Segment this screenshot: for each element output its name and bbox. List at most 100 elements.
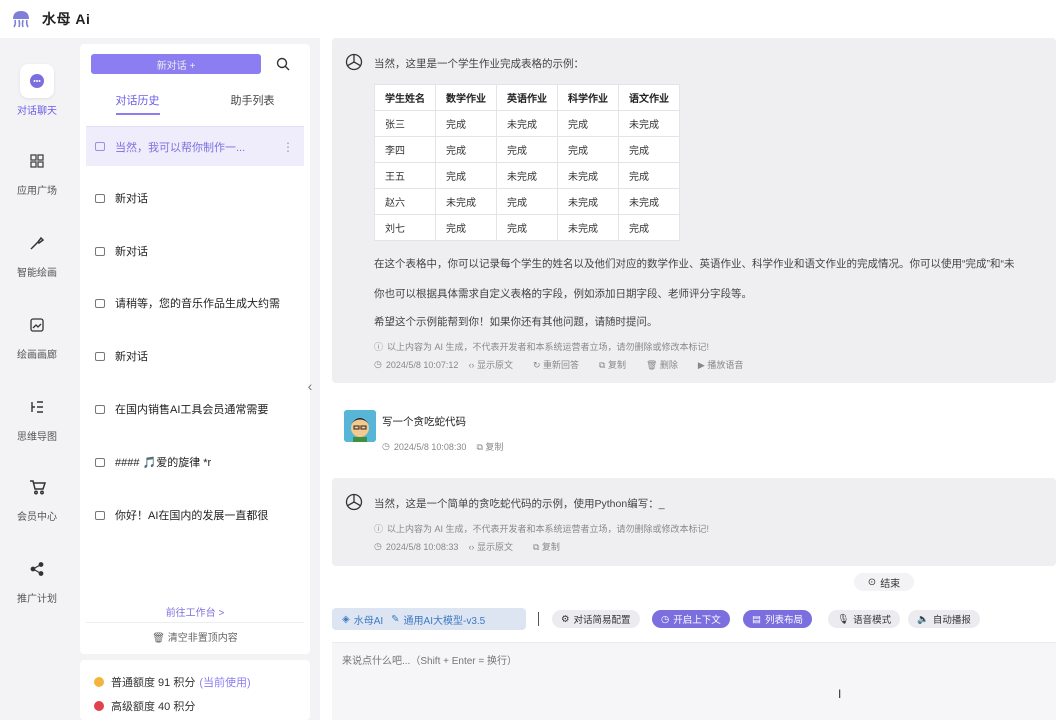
message-time: 2024/5/8 10:07:12 [385,359,459,370]
nav-item-chat[interactable]: 对话聊天 [0,64,74,117]
nav-label: 绘画画廊 [17,350,57,361]
share-icon [20,552,54,586]
table-cell: 完成 [618,136,680,163]
table-header-cell: 学生姓名 [374,84,436,111]
gallery-icon [20,308,54,342]
message-input[interactable] [342,653,942,669]
msg-intro: 当然，这里是一个学生作业完成表格的示例： [374,58,584,70]
table-cell: 完成 [496,136,558,163]
table-cell: 完成 [557,136,619,163]
show-source-button[interactable]: ‹› 显示原文 [468,540,523,553]
history-item-label: 你好！AI在国内的发展一直都很 [115,510,269,522]
voice-mode-button[interactable]: 🎙 语音模式 [828,610,901,628]
history-sidebar: 新对话 + 对话历史 助手列表 当然，我可以帮你制作一... ⋮ 新对话 新对话… [80,44,310,654]
regenerate-button[interactable]: ↻ 重新回答 [533,358,589,371]
table-cell: 未完成 [435,188,497,215]
table-cell: 完成 [618,162,680,189]
ai-disclaimer: ⓘ 以上内容为 AI 生成，不代表开发者和本系统运营者立场，请勿删除或修改本标记! [374,524,710,534]
message-time: 2024/5/8 10:08:33 [385,541,459,552]
nav-item-painting[interactable]: 智能绘画 [0,226,74,279]
left-nav: 对话聊天 应用广场 智能绘画 绘画画廊 思维导图 会员中心 推广计划 [0,38,74,720]
user-message-text: 写一个贪吃蛇代码 [382,416,466,428]
more-options-icon[interactable]: ⋮ [282,140,294,154]
table-row: 刘七 完成 完成 未完成 完成 [374,214,680,241]
ai-message: 当然，这是一个简单的贪吃蛇代码的示例，使用Python编写：_ ⓘ 以上内容为 A… [332,478,1056,566]
list-layout-button[interactable]: ▤ 列表布局 [743,610,812,628]
chat-icon [95,510,105,520]
credits-panel: 普通额度 91 积分 (当前使用) 高级额度 40 积分 [80,660,310,720]
table-cell: 未完成 [557,162,619,189]
history-item-label: 新对话 [115,193,148,205]
microphone-icon: 🎙 [837,613,850,625]
nav-label: 应用广场 [17,186,57,197]
table-header-cell: 科学作业 [557,84,619,111]
history-item[interactable]: 新对话 [86,336,304,376]
clear-unpinned-button[interactable]: 🗑 清空非置顶内容 [86,622,304,644]
history-item[interactable]: 你好！AI在国内的发展一直都很 [86,495,304,535]
table-cell: 完成 [435,110,497,137]
history-item[interactable]: 当然，我可以帮你制作一... ⋮ [86,126,304,166]
paintbrush-icon [20,226,54,260]
play-voice-button[interactable]: ▶ 播放语音 [698,358,753,371]
table-cell: 完成 [435,214,497,241]
history-item-label: #### 🎵爱的旋律 *r [115,457,212,469]
message-actions: ◷ 2024/5/8 10:08:33 ‹› 显示原文 ⧉ 复制 [374,540,580,553]
app-header: 水母 Ai [0,0,1056,38]
history-item[interactable]: 在国内销售AI工具会员通常需要 [86,389,304,429]
history-item-label: 当然，我可以帮你制作一... [115,141,246,154]
table-cell: 王五 [374,162,436,189]
history-item-label: 新对话 [115,246,148,258]
collapse-sidebar-button[interactable]: ‹ [304,378,316,394]
table-cell: 未完成 [618,188,680,215]
message-time: 2024/5/8 10:08:30 [393,441,467,452]
user-message-actions: ◷ 2024/5/8 10:08:30 ⧉ 复制 [382,440,523,453]
history-item[interactable]: #### 🎵爱的旋律 *r [86,442,304,482]
copy-button[interactable]: ⧉ 复制 [533,540,570,553]
show-source-button[interactable]: ‹› 显示原文 [468,358,523,371]
nav-item-membership[interactable]: 会员中心 [0,470,74,523]
tab-assistants[interactable]: 助手列表 [195,92,310,118]
message-input-area[interactable]: I [332,642,1056,720]
enable-context-button[interactable]: ◷ 开启上下文 [652,610,730,628]
history-item[interactable]: 新对话 [86,178,304,218]
table-cell: 未完成 [557,214,619,241]
tab-history[interactable]: 对话历史 [80,92,195,118]
copy-button[interactable]: ⧉ 复制 [599,358,636,371]
delete-button[interactable]: 🗑 删除 [646,358,688,371]
auto-broadcast-button[interactable]: 🔈 自动播报 [908,610,980,628]
nav-label: 智能绘画 [17,268,57,279]
simple-config-button[interactable]: ⚙ 对话简易配置 [552,610,640,628]
nav-label: 思维导图 [17,432,57,443]
stop-generation-button[interactable]: ⊙ 结束 [854,573,914,591]
chat-toolbar: ◈ 水母AI ✎ 通用AI大模型-v3.5 ⚙ 对话简易配置 ◷ 开启上下文 ▤ 列表… [332,606,1056,632]
normal-credit: 普通额度 91 积分 (当前使用) [94,670,310,694]
speaker-icon: 🔈 [917,613,929,625]
trash-icon: 🗑 [152,633,165,644]
app-title: 水母 Ai [42,11,91,27]
nav-item-referral[interactable]: 推广计划 [0,552,74,605]
settings-icon: ⚙ [561,613,570,625]
nav-item-mindmap[interactable]: 思维导图 [0,390,74,443]
chat-icon [95,193,105,203]
chat-icon [95,142,105,151]
ai-disclaimer: ⓘ 以上内容为 AI 生成，不代表开发者和本系统运营者立场，请勿删除或修改本标记! [374,342,710,352]
nav-item-gallery[interactable]: 绘画画廊 [0,308,74,361]
search-button[interactable] [273,54,293,74]
table-cell: 完成 [496,188,558,215]
chat-icon [95,351,105,361]
grid-icon [20,144,54,178]
info-icon: ⓘ [374,342,384,352]
cube-icon: ◈ [342,613,350,625]
model-selector[interactable]: ◈ 水母AI ✎ 通用AI大模型-v3.5 [332,608,526,630]
history-item[interactable]: 请稍等，您的音乐作品生成大约需 [86,283,304,323]
table-cell: 未完成 [496,162,558,189]
msg-paragraph: 你也可以根据具体需求自定义表格的字段，例如添加日期字段、老师评分字段等。 [374,288,752,300]
clock-icon: ◷ [374,359,382,369]
goto-workbench-link[interactable]: 前往工作台 > [80,604,310,619]
history-item[interactable]: 新对话 [86,231,304,271]
copy-button[interactable]: ⧉ 复制 [476,440,513,453]
new-chat-button[interactable]: 新对话 + [91,54,261,74]
ai-message: 当然，这里是一个学生作业完成表格的示例： 学生姓名 数学作业 英语作业 科学作业 语文作… [332,38,1056,383]
table-header-cell: 数学作业 [435,84,497,111]
nav-item-apps[interactable]: 应用广场 [0,144,74,197]
